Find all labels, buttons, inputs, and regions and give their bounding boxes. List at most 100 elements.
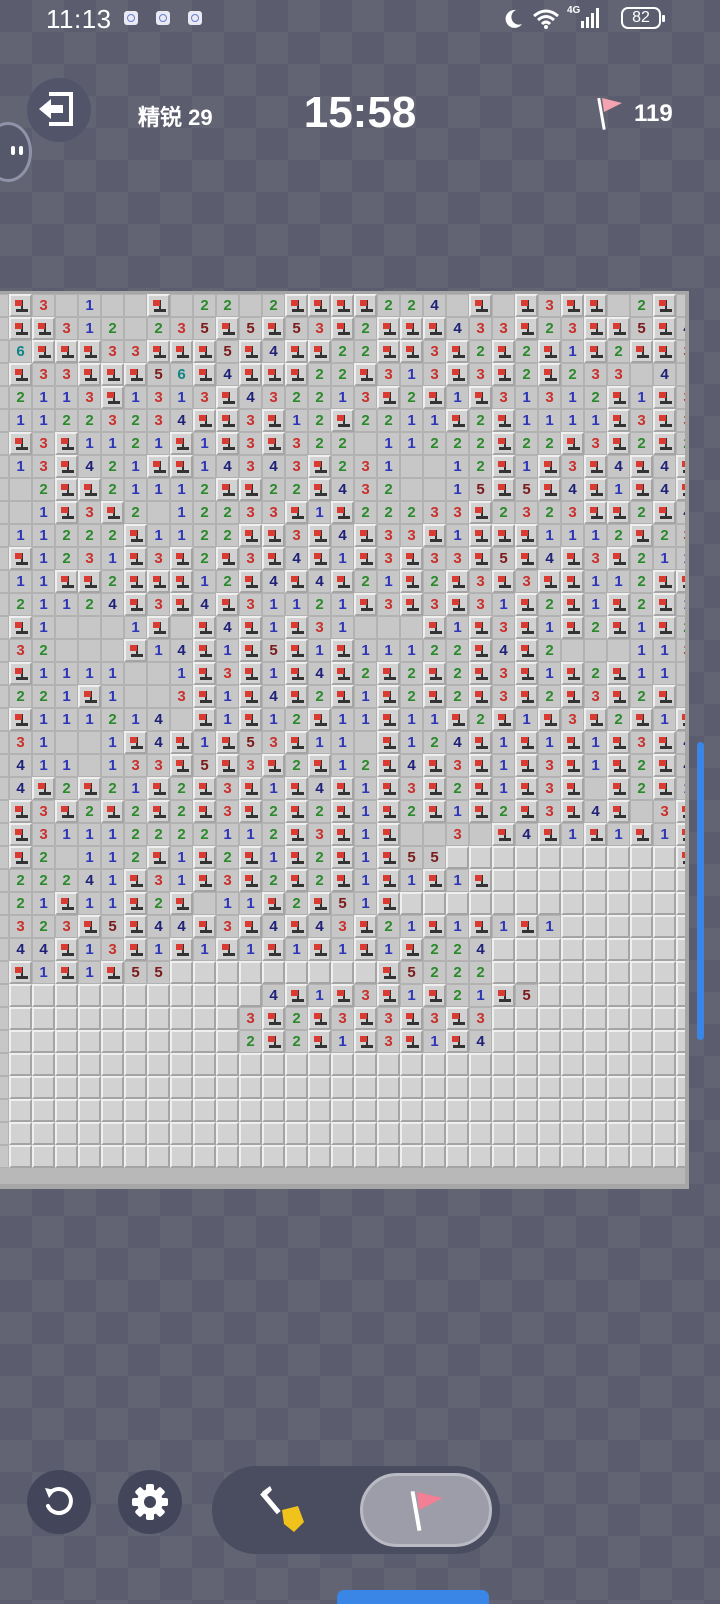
number-cell[interactable]: 2 xyxy=(308,363,331,386)
number-cell[interactable]: 3 xyxy=(285,524,308,547)
number-cell[interactable]: 3 xyxy=(147,409,170,432)
flag-icon[interactable] xyxy=(9,823,32,846)
flag-icon[interactable] xyxy=(354,524,377,547)
flag-icon[interactable] xyxy=(55,938,78,961)
empty-cell[interactable] xyxy=(0,501,9,524)
number-cell[interactable]: 3 xyxy=(630,409,653,432)
flag-icon[interactable] xyxy=(377,317,400,340)
number-cell[interactable]: 2 xyxy=(423,731,446,754)
number-cell[interactable]: 4 xyxy=(147,708,170,731)
number-cell[interactable]: 1 xyxy=(423,409,446,432)
flag-icon[interactable] xyxy=(492,570,515,593)
flag-icon[interactable] xyxy=(331,800,354,823)
number-cell[interactable]: 4 xyxy=(216,616,239,639)
empty-cell[interactable] xyxy=(147,662,170,685)
number-cell[interactable]: 1 xyxy=(331,708,354,731)
number-cell[interactable]: 2 xyxy=(354,662,377,685)
flag-icon[interactable] xyxy=(400,570,423,593)
flag-icon[interactable] xyxy=(607,616,630,639)
empty-cell[interactable] xyxy=(400,616,423,639)
number-cell[interactable]: 1 xyxy=(101,892,124,915)
number-cell[interactable]: 1 xyxy=(607,823,630,846)
unopened-cell[interactable] xyxy=(78,984,101,1007)
restart-button[interactable] xyxy=(27,1470,91,1534)
flag-icon[interactable] xyxy=(216,317,239,340)
number-cell[interactable]: 1 xyxy=(147,639,170,662)
number-cell[interactable]: 1 xyxy=(446,524,469,547)
flag-icon[interactable] xyxy=(285,915,308,938)
number-cell[interactable]: 4 xyxy=(262,685,285,708)
empty-cell[interactable] xyxy=(354,616,377,639)
number-cell[interactable]: 2 xyxy=(492,501,515,524)
number-cell[interactable]: 1 xyxy=(308,984,331,1007)
flag-icon[interactable] xyxy=(653,754,676,777)
number-cell[interactable]: 2 xyxy=(538,501,561,524)
unopened-cell[interactable] xyxy=(78,1053,101,1076)
unopened-cell[interactable] xyxy=(561,961,584,984)
number-cell[interactable]: 1 xyxy=(193,570,216,593)
unopened-cell[interactable] xyxy=(676,869,685,892)
flag-icon[interactable] xyxy=(377,846,400,869)
unopened-cell[interactable] xyxy=(676,1122,685,1145)
unopened-cell[interactable] xyxy=(262,961,285,984)
number-cell[interactable]: 2 xyxy=(55,409,78,432)
unopened-cell[interactable] xyxy=(561,1122,584,1145)
flag-icon[interactable] xyxy=(331,317,354,340)
unopened-cell[interactable] xyxy=(423,1099,446,1122)
unopened-cell[interactable] xyxy=(561,1007,584,1030)
unopened-cell[interactable] xyxy=(308,961,331,984)
flag-icon[interactable] xyxy=(607,731,630,754)
empty-cell[interactable] xyxy=(170,616,193,639)
empty-cell[interactable] xyxy=(423,478,446,501)
number-cell[interactable]: 2 xyxy=(446,662,469,685)
flag-icon[interactable] xyxy=(676,800,685,823)
unopened-cell[interactable] xyxy=(561,1053,584,1076)
unopened-cell[interactable] xyxy=(101,1030,124,1053)
flag-icon[interactable] xyxy=(262,547,285,570)
number-cell[interactable]: 1 xyxy=(32,501,55,524)
number-cell[interactable]: 3 xyxy=(377,547,400,570)
flag-icon[interactable] xyxy=(492,984,515,1007)
number-cell[interactable]: 2 xyxy=(101,524,124,547)
flag-icon[interactable] xyxy=(331,823,354,846)
unopened-cell[interactable] xyxy=(492,1122,515,1145)
unopened-cell[interactable] xyxy=(607,984,630,1007)
flag-icon[interactable] xyxy=(147,846,170,869)
number-cell[interactable]: 3 xyxy=(78,386,101,409)
flag-icon[interactable] xyxy=(285,363,308,386)
number-cell[interactable]: 1 xyxy=(492,915,515,938)
number-cell[interactable]: 1 xyxy=(170,846,193,869)
unopened-cell[interactable] xyxy=(469,846,492,869)
number-cell[interactable]: 3 xyxy=(354,984,377,1007)
number-cell[interactable]: 3 xyxy=(170,685,193,708)
flag-icon[interactable] xyxy=(423,915,446,938)
unopened-cell[interactable] xyxy=(561,984,584,1007)
number-cell[interactable]: 3 xyxy=(239,455,262,478)
flag-icon[interactable] xyxy=(9,846,32,869)
flag-icon[interactable] xyxy=(469,869,492,892)
flag-icon[interactable] xyxy=(492,340,515,363)
unopened-cell[interactable] xyxy=(423,1145,446,1168)
number-cell[interactable]: 1 xyxy=(147,938,170,961)
number-cell[interactable]: 1 xyxy=(561,340,584,363)
number-cell[interactable]: 1 xyxy=(653,639,676,662)
empty-cell[interactable] xyxy=(147,685,170,708)
unopened-cell[interactable] xyxy=(78,1122,101,1145)
empty-cell[interactable] xyxy=(0,754,9,777)
unopened-cell[interactable] xyxy=(607,1099,630,1122)
number-cell[interactable]: 1 xyxy=(170,478,193,501)
number-cell[interactable]: 2 xyxy=(630,777,653,800)
unopened-cell[interactable] xyxy=(262,1122,285,1145)
flag-icon[interactable] xyxy=(308,547,331,570)
empty-cell[interactable] xyxy=(0,892,9,915)
flag-icon[interactable] xyxy=(124,570,147,593)
number-cell[interactable]: 1 xyxy=(331,1030,354,1053)
empty-cell[interactable] xyxy=(0,1076,9,1099)
number-cell[interactable]: 1 xyxy=(262,616,285,639)
number-cell[interactable]: 2 xyxy=(469,961,492,984)
number-cell[interactable]: 3 xyxy=(354,478,377,501)
number-cell[interactable]: 3 xyxy=(170,317,193,340)
unopened-cell[interactable] xyxy=(216,1076,239,1099)
unopened-cell[interactable] xyxy=(32,1099,55,1122)
number-cell[interactable]: 1 xyxy=(55,685,78,708)
